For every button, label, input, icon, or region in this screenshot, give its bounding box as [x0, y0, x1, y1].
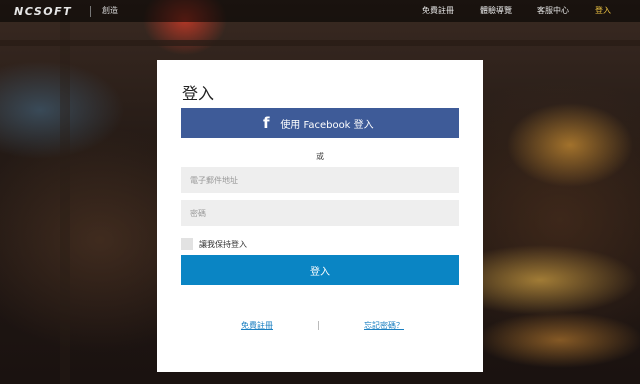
or-divider: 或 — [316, 152, 324, 161]
password-field[interactable] — [181, 200, 459, 226]
forgot-password-link[interactable]: 忘記密碼？ — [364, 320, 404, 331]
login-panel: 登入 f 使用 Facebook 登入 或 讓我保持登入 登入 免費註冊 忘記密… — [157, 60, 483, 372]
top-nav-bar: NCSOFT 創造 免費註冊 體驗導覽 客服中心 登入 — [0, 0, 640, 22]
remember-label: 讓我保持登入 — [199, 239, 247, 249]
nav-register[interactable]: 免費註冊 — [422, 5, 454, 16]
logo-text: NCSOFT — [14, 4, 73, 18]
footer-links: 免費註冊 忘記密碼？ — [157, 320, 483, 332]
nav-login[interactable]: 登入 — [595, 5, 611, 16]
nav-tour[interactable]: 體驗導覽 — [480, 5, 512, 16]
background-beam — [0, 40, 640, 46]
login-title: 登入 — [182, 84, 215, 103]
links-divider — [318, 321, 319, 330]
background-pillar — [60, 0, 70, 384]
facebook-login-button[interactable]: f 使用 Facebook 登入 — [181, 108, 459, 138]
nav-support[interactable]: 客服中心 — [537, 5, 569, 16]
facebook-login-label: 使用 Facebook 登入 — [280, 119, 374, 131]
register-link[interactable]: 免費註冊 — [241, 320, 273, 331]
login-submit-button[interactable]: 登入 — [181, 255, 459, 285]
remember-me: 讓我保持登入 — [181, 238, 247, 250]
logo-divider — [90, 6, 91, 17]
email-field[interactable] — [181, 167, 459, 193]
ncsoft-logo[interactable]: NCSOFT — [14, 4, 72, 18]
brand-subtitle: 創造 — [102, 6, 118, 15]
remember-checkbox[interactable] — [181, 238, 193, 250]
facebook-icon: f — [263, 114, 270, 132]
